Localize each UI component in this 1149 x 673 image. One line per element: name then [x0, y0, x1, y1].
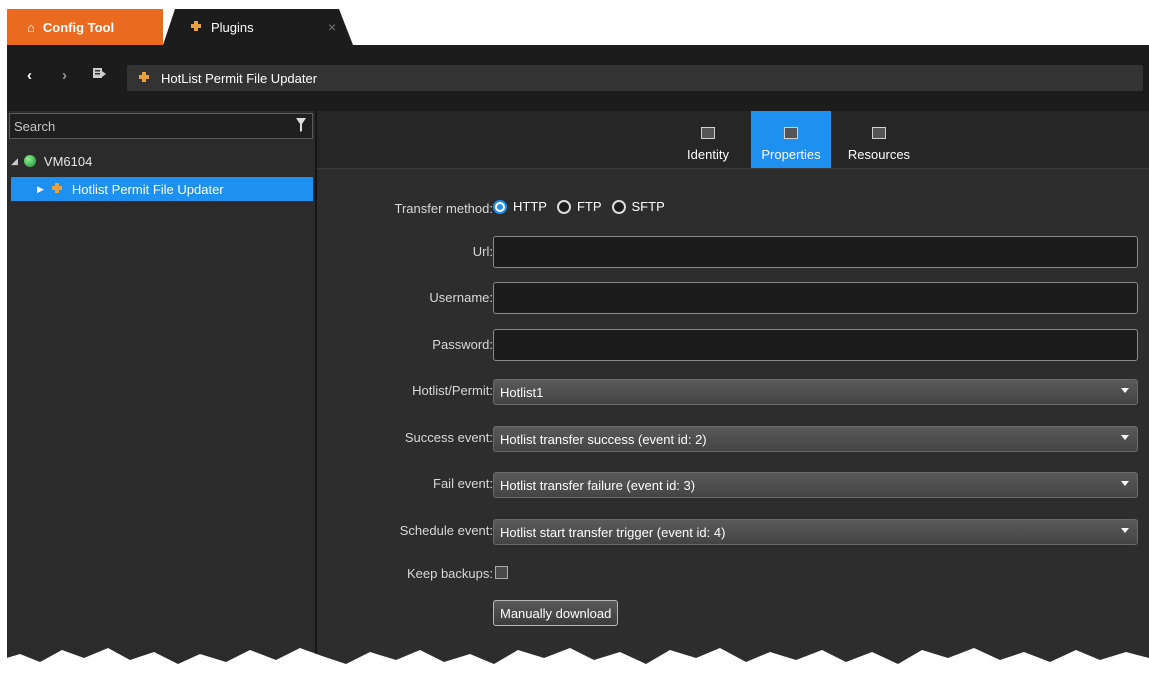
- dropdown-arrow-icon: [1121, 528, 1129, 533]
- main-panel: Identity Properties Resources Transfer m…: [317, 111, 1149, 673]
- password-row: Password:: [317, 329, 1149, 361]
- tab-resources[interactable]: Resources: [837, 111, 921, 168]
- transfer-method-radios: HTTP FTP SFTP: [493, 199, 675, 214]
- radio-sftp-label: SFTP: [631, 199, 665, 214]
- tab-properties[interactable]: Properties: [751, 111, 831, 168]
- schedule-event-value: Hotlist start transfer trigger (event id…: [500, 524, 726, 540]
- keep-backups-checkbox[interactable]: [495, 566, 508, 579]
- keep-backups-row: Keep backups:: [317, 558, 1149, 590]
- identity-icon: [701, 127, 715, 139]
- tab-resources-label: Resources: [847, 147, 911, 162]
- tab-plugins[interactable]: Plugins ×: [163, 9, 353, 45]
- expand-arrow-icon[interactable]: ▶: [37, 184, 44, 195]
- username-row: Username:: [317, 282, 1149, 314]
- radio-selected-icon: [493, 199, 507, 214]
- entity-tree-panel: Search ◢ VM6104 ▶ Hotlist Permit File Up…: [7, 111, 315, 673]
- schedule-event-row: Schedule event: Hotlist start transfer t…: [317, 515, 1149, 547]
- tab-properties-label: Properties: [761, 147, 821, 162]
- address-bar[interactable]: HotList Permit File Updater: [127, 65, 1143, 91]
- keep-backups-label: Keep backups:: [406, 566, 493, 581]
- dropdown-arrow-icon: [1121, 435, 1129, 440]
- success-event-row: Success event: Hotlist transfer success …: [317, 422, 1149, 454]
- fail-event-select[interactable]: Hotlist transfer failure (event id: 3): [493, 472, 1138, 498]
- hotlist-label: Hotlist/Permit:: [412, 383, 493, 398]
- tree-item-root[interactable]: ◢ VM6104: [11, 149, 311, 173]
- url-field[interactable]: [493, 236, 1138, 268]
- password-field[interactable]: [493, 329, 1138, 361]
- radio-unselected-icon: [556, 199, 571, 214]
- home-icon: ⌂: [27, 19, 35, 35]
- password-label: Password:: [432, 337, 493, 352]
- transfer-method-label: Transfer method:: [394, 201, 493, 216]
- success-event-value: Hotlist transfer success (event id: 2): [500, 431, 707, 447]
- schedule-event-select[interactable]: Hotlist start transfer trigger (event id…: [493, 519, 1138, 545]
- plugin-icon: [137, 70, 151, 87]
- tab-identity[interactable]: Identity: [675, 111, 741, 168]
- schedule-event-label: Schedule event:: [399, 523, 493, 538]
- radio-sftp[interactable]: SFTP: [611, 199, 665, 214]
- success-event-select[interactable]: Hotlist transfer success (event id: 2): [493, 426, 1138, 452]
- filter-icon[interactable]: [296, 118, 306, 135]
- hotlist-value: Hotlist1: [500, 384, 544, 400]
- collapse-arrow-icon[interactable]: ◢: [11, 156, 18, 167]
- fail-event-label: Fail event:: [433, 476, 493, 491]
- hotlist-select[interactable]: Hotlist1: [493, 379, 1138, 405]
- search-placeholder: Search: [14, 118, 56, 134]
- forward-button[interactable]: ›: [62, 67, 67, 84]
- plugin-icon: [189, 19, 203, 36]
- properties-icon: [784, 127, 798, 139]
- transfer-method-row: Transfer method: HTTP FTP SFTP: [317, 193, 1149, 225]
- dropdown-arrow-icon: [1121, 481, 1129, 486]
- tab-identity-label: Identity: [687, 147, 729, 162]
- tree-item-selected[interactable]: ▶ Hotlist Permit File Updater: [11, 177, 313, 201]
- tab-config-tool-label: Config Tool: [42, 19, 115, 35]
- hotlist-row: Hotlist/Permit: Hotlist1: [317, 375, 1149, 407]
- navigation-bar: ‹ › HotList Permit File Updater: [7, 45, 1149, 101]
- tree-root-label: VM6104: [43, 153, 93, 169]
- radio-ftp[interactable]: FTP: [556, 199, 602, 214]
- fail-event-row: Fail event: Hotlist transfer failure (ev…: [317, 468, 1149, 500]
- server-icon: [23, 155, 36, 167]
- radio-http-label: HTTP: [513, 199, 547, 214]
- username-field[interactable]: [493, 282, 1138, 314]
- radio-unselected-icon: [611, 199, 626, 214]
- radio-http[interactable]: HTTP: [493, 199, 547, 214]
- tab-config-tool[interactable]: ⌂ Config Tool: [7, 9, 163, 45]
- close-icon[interactable]: ×: [328, 19, 336, 35]
- plugin-icon: [50, 181, 64, 198]
- tab-bar: ⌂ Config Tool Plugins ×: [7, 7, 1149, 45]
- download-row: Manually download: [317, 598, 1149, 630]
- radio-ftp-label: FTP: [576, 199, 602, 214]
- tasks-icon[interactable]: [91, 65, 107, 85]
- manually-download-button[interactable]: Manually download: [493, 600, 619, 626]
- url-label: Url:: [472, 244, 493, 259]
- resources-icon: [872, 127, 886, 139]
- fail-event-value: Hotlist transfer failure (event id: 3): [500, 477, 696, 493]
- success-event-label: Success event:: [404, 430, 493, 445]
- tree-item-label: Hotlist Permit File Updater: [71, 181, 224, 197]
- search-input[interactable]: Search: [9, 113, 313, 139]
- url-row: Url:: [317, 236, 1149, 268]
- address-text: HotList Permit File Updater: [161, 70, 318, 86]
- tab-plugins-label: Plugins: [211, 19, 254, 35]
- dropdown-arrow-icon: [1121, 388, 1129, 393]
- back-button[interactable]: ‹: [27, 67, 32, 84]
- username-label: Username:: [429, 290, 493, 305]
- view-tabs: Identity Properties Resources: [317, 111, 1149, 169]
- app-window: ⌂ Config Tool Plugins × ‹ › HotList Perm…: [7, 7, 1149, 673]
